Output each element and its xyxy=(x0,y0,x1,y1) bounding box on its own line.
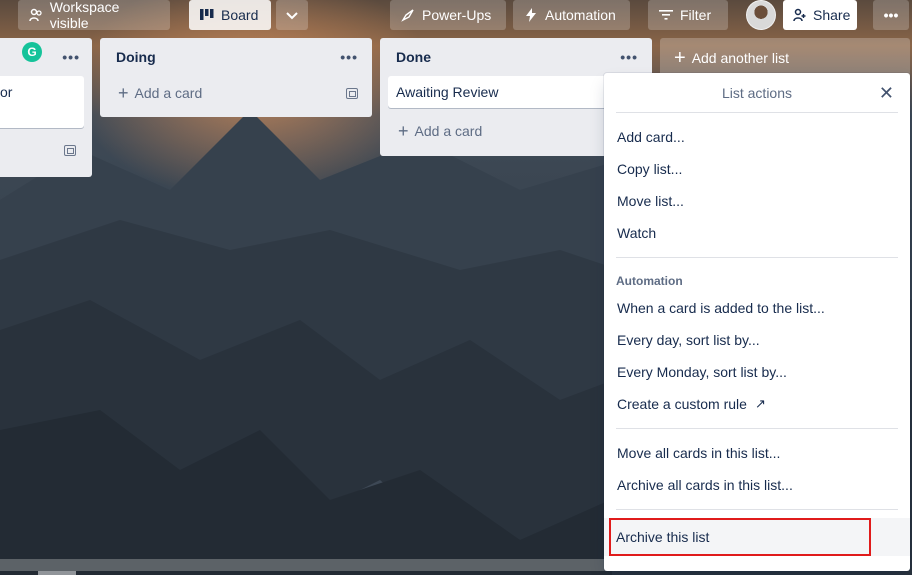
member-avatar[interactable] xyxy=(746,0,776,30)
archive-all-cards-action[interactable]: Archive all cards in this list... xyxy=(616,469,898,501)
list-title[interactable]: Done xyxy=(396,49,431,65)
lightning-icon xyxy=(523,7,539,23)
plus-icon: + xyxy=(398,121,409,141)
filter-icon xyxy=(658,7,674,23)
every-day-sort-rule[interactable]: Every day, sort list by... xyxy=(616,324,898,356)
add-list-button[interactable]: + Add another list xyxy=(660,38,910,78)
watch-action[interactable]: Watch xyxy=(616,217,898,249)
plus-icon: + xyxy=(118,83,129,103)
list-header: ••• xyxy=(0,38,92,76)
card-title: or xyxy=(0,84,13,100)
power-ups-button[interactable]: Power-Ups xyxy=(390,0,506,30)
template-icon[interactable] xyxy=(346,87,358,99)
list-header: Doing ••• xyxy=(100,38,372,76)
filter-button[interactable]: Filter xyxy=(648,0,728,30)
scrollbar-thumb[interactable] xyxy=(38,571,76,575)
add-card-button[interactable]: + Add a card xyxy=(398,122,482,140)
add-card-row: + Add a card xyxy=(100,76,372,110)
board-menu-button[interactable]: ••• xyxy=(873,0,909,30)
every-monday-sort-rule[interactable]: Every Monday, sort list by... xyxy=(616,356,898,388)
automation-button[interactable]: Automation xyxy=(513,0,630,30)
share-label: Share xyxy=(813,7,851,23)
move-list-action[interactable]: Move list... xyxy=(616,185,898,217)
board-icon xyxy=(199,7,215,23)
automation-heading: Automation xyxy=(616,274,683,288)
automation-label: Automation xyxy=(545,7,616,23)
workspace-visible-button[interactable]: Workspace visible xyxy=(18,0,170,31)
list-menu-button[interactable]: ••• xyxy=(620,49,638,65)
list-menu-button[interactable]: ••• xyxy=(340,49,358,65)
add-list-label: Add another list xyxy=(691,50,789,66)
list-partial: ••• or xyxy=(0,38,92,177)
list-menu-button[interactable]: ••• xyxy=(62,49,80,65)
list-header: Done ••• xyxy=(380,38,652,76)
popover-title: List actions xyxy=(721,84,793,101)
board-view-button[interactable]: Board xyxy=(189,0,271,30)
list-actions-popover: List actions ✕ Add card... Copy list... … xyxy=(604,73,910,571)
view-switcher-dropdown[interactable] xyxy=(276,0,308,30)
chevron-down-icon xyxy=(286,7,298,23)
grammarly-icon[interactable]: G xyxy=(22,42,42,62)
copy-list-action[interactable]: Copy list... xyxy=(616,153,898,185)
list-doing: Doing ••• + Add a card xyxy=(100,38,372,117)
external-link-icon: ↗ xyxy=(754,396,766,411)
board-header: Workspace visible Board Power-Ups Automa… xyxy=(0,0,912,31)
power-ups-label: Power-Ups xyxy=(422,7,492,23)
popover-header: List actions ✕ xyxy=(616,73,898,113)
add-card-label: Add a card xyxy=(134,85,203,101)
share-button[interactable]: Share xyxy=(783,0,857,30)
rocket-icon xyxy=(400,7,416,23)
people-icon xyxy=(28,7,44,23)
automation-section: Automation When a card is added to the l… xyxy=(616,258,898,429)
list-actions-section: Add card... Copy list... Move list... Wa… xyxy=(616,113,898,258)
bulk-actions-section: Move all cards in this list... Archive a… xyxy=(616,429,898,510)
archive-section: Archive this list xyxy=(604,510,910,556)
more-icon: ••• xyxy=(883,7,899,23)
plus-icon: + xyxy=(674,47,686,69)
add-card-row xyxy=(0,128,92,172)
workspace-visible-label: Workspace visible xyxy=(49,0,120,31)
list-title[interactable]: Doing xyxy=(116,49,156,65)
create-custom-rule-label: Create a custom rule xyxy=(617,396,747,412)
template-icon[interactable] xyxy=(64,144,76,156)
archive-list-label: Archive this list xyxy=(616,529,710,545)
create-custom-rule[interactable]: Create a custom rule ↗ xyxy=(616,388,898,420)
add-card-button[interactable]: + Add a card xyxy=(118,84,202,102)
move-all-cards-action[interactable]: Move all cards in this list... xyxy=(616,437,898,469)
board-view-label: Board xyxy=(221,7,259,23)
filter-label: Filter xyxy=(680,7,712,23)
horizontal-scrollbar[interactable] xyxy=(0,559,610,571)
when-card-added-rule[interactable]: When a card is added to the list... xyxy=(616,292,898,324)
archive-list-action[interactable]: Archive this list xyxy=(604,518,910,556)
add-card-label: Add a card xyxy=(414,123,483,139)
add-card-action[interactable]: Add card... xyxy=(616,121,898,153)
close-icon[interactable]: ✕ xyxy=(879,83,894,104)
add-member-icon xyxy=(793,7,807,23)
card[interactable]: or xyxy=(0,76,84,128)
card-title: Awaiting Review xyxy=(396,84,499,100)
